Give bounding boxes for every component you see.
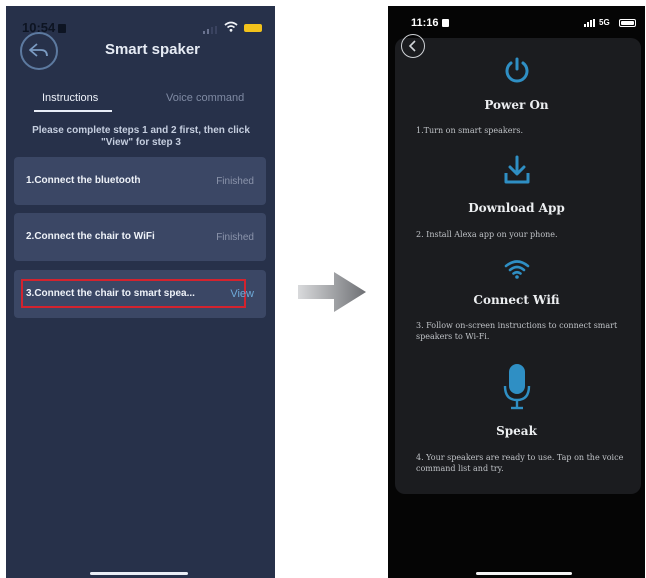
step-label: 2.Connect the chair to WiFi bbox=[26, 231, 155, 242]
section-title: Power On bbox=[484, 98, 549, 112]
page-title: Smart spaker bbox=[104, 41, 201, 58]
section-title: Download App bbox=[468, 201, 565, 215]
wifi-icon bbox=[388, 258, 645, 280]
status-time: 11:16 bbox=[411, 17, 449, 29]
microphone-icon bbox=[388, 362, 645, 412]
home-indicator[interactable] bbox=[90, 572, 188, 575]
step-card-bluetooth[interactable]: 1.Connect the bluetooth Finished bbox=[14, 157, 266, 205]
section-text: 1.Turn on smart speakers. bbox=[416, 126, 523, 135]
lock-icon bbox=[58, 24, 67, 33]
back-button[interactable] bbox=[401, 34, 425, 58]
status-time-text: 11:16 bbox=[411, 17, 439, 29]
step-status: Finished bbox=[216, 176, 254, 187]
download-icon bbox=[388, 155, 645, 185]
transition-arrow-icon bbox=[298, 272, 366, 312]
tab-instructions[interactable]: Instructions bbox=[42, 92, 98, 104]
battery-icon bbox=[619, 19, 636, 27]
section-title: Connect Wifi bbox=[473, 293, 560, 307]
section-title: Speak bbox=[496, 424, 537, 438]
step-card-wifi[interactable]: 2.Connect the chair to WiFi Finished bbox=[14, 213, 266, 261]
section-text: 3. Follow on-screen instructions to conn… bbox=[416, 321, 618, 341]
wifi-status-icon bbox=[224, 21, 238, 32]
lock-icon bbox=[441, 19, 449, 27]
step-label: 1.Connect the bluetooth bbox=[26, 175, 141, 186]
view-button[interactable]: View bbox=[230, 288, 254, 300]
instructions-text: Please complete steps 1 and 2 first, the… bbox=[32, 125, 250, 148]
left-phone-screen: 10:54 Smart spaker Instructions Voice co… bbox=[6, 6, 275, 578]
battery-icon bbox=[244, 24, 262, 32]
home-indicator[interactable] bbox=[476, 572, 572, 575]
section-text: 4. Your speakers are ready to use. Tap o… bbox=[416, 453, 624, 473]
section-text: 2. Install Alexa app on your phone. bbox=[416, 230, 558, 239]
step-card-smart-speaker[interactable]: 3.Connect the chair to smart spea... Vie… bbox=[14, 270, 266, 318]
tab-voice-command[interactable]: Voice command bbox=[166, 92, 244, 104]
step-label: 3.Connect the chair to smart spea... bbox=[26, 288, 195, 299]
active-tab-indicator bbox=[34, 110, 112, 112]
network-label: 5G bbox=[599, 18, 610, 27]
signal-icon bbox=[203, 26, 217, 34]
signal-icon bbox=[584, 19, 596, 27]
step-status: Finished bbox=[216, 232, 254, 243]
chevron-left-icon bbox=[408, 40, 416, 52]
right-phone-screen: 11:16 5G Power On 1.Turn on smart speake… bbox=[388, 6, 645, 578]
power-icon bbox=[388, 56, 645, 84]
